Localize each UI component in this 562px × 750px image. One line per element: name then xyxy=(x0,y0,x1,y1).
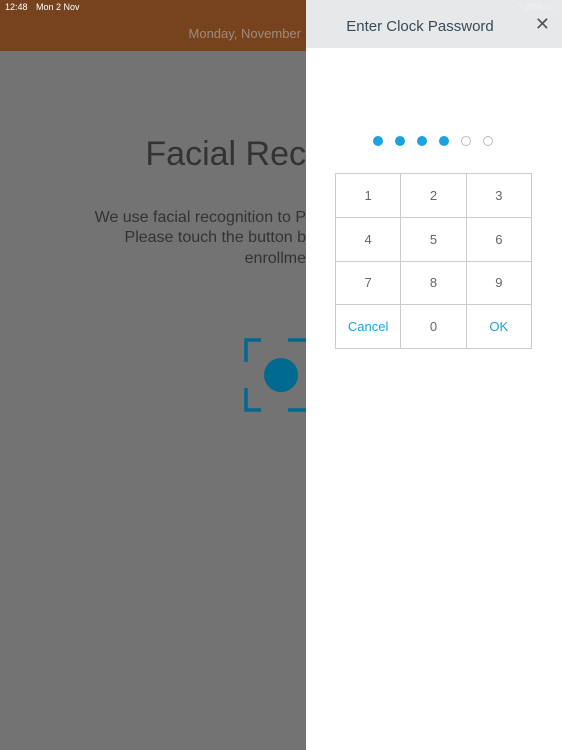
description-line: We use facial recognition to P xyxy=(94,209,306,226)
battery-percent: 35% xyxy=(524,2,543,12)
key-8[interactable]: 8 xyxy=(401,261,467,306)
description-line: enrollme xyxy=(244,250,306,267)
cancel-button[interactable]: Cancel xyxy=(336,305,402,349)
status-time: 12:48 xyxy=(5,2,28,12)
keypad: 1 2 3 4 5 6 7 8 9 Cancel 0 OK xyxy=(335,173,532,349)
key-5[interactable]: 5 xyxy=(401,217,467,262)
pin-indicator xyxy=(373,136,493,146)
key-0[interactable]: 0 xyxy=(401,305,467,349)
close-icon[interactable]: ✕ xyxy=(535,14,550,35)
page-title: Facial Rec xyxy=(145,135,306,173)
pin-dot-empty xyxy=(461,136,471,146)
header-date: Monday, November xyxy=(188,26,301,41)
key-2[interactable]: 2 xyxy=(401,174,467,218)
key-3[interactable]: 3 xyxy=(466,174,532,218)
status-icons: ◠ 35% ▭ xyxy=(515,2,554,13)
key-9[interactable]: 9 xyxy=(466,261,532,306)
pin-dot-filled xyxy=(439,136,449,146)
pin-dot-filled xyxy=(395,136,405,146)
key-6[interactable]: 6 xyxy=(466,217,532,262)
ok-button[interactable]: OK xyxy=(466,305,532,349)
pin-dot-empty xyxy=(483,136,493,146)
key-1[interactable]: 1 xyxy=(336,174,402,218)
pin-dot-filled xyxy=(417,136,427,146)
key-4[interactable]: 4 xyxy=(336,217,402,262)
battery-icon: ▭ xyxy=(545,2,554,12)
pin-dot-filled xyxy=(373,136,383,146)
description-line: Please touch the button b xyxy=(124,229,306,246)
key-7[interactable]: 7 xyxy=(336,261,402,306)
wifi-icon: ◠ xyxy=(514,2,523,12)
dialog-title: Enter Clock Password xyxy=(346,18,494,35)
status-date: Mon 2 Nov xyxy=(36,2,80,12)
password-dialog: Enter Clock Password ✕ 1 2 3 4 5 6 7 8 9 Cancel 0 O… xyxy=(306,0,562,750)
